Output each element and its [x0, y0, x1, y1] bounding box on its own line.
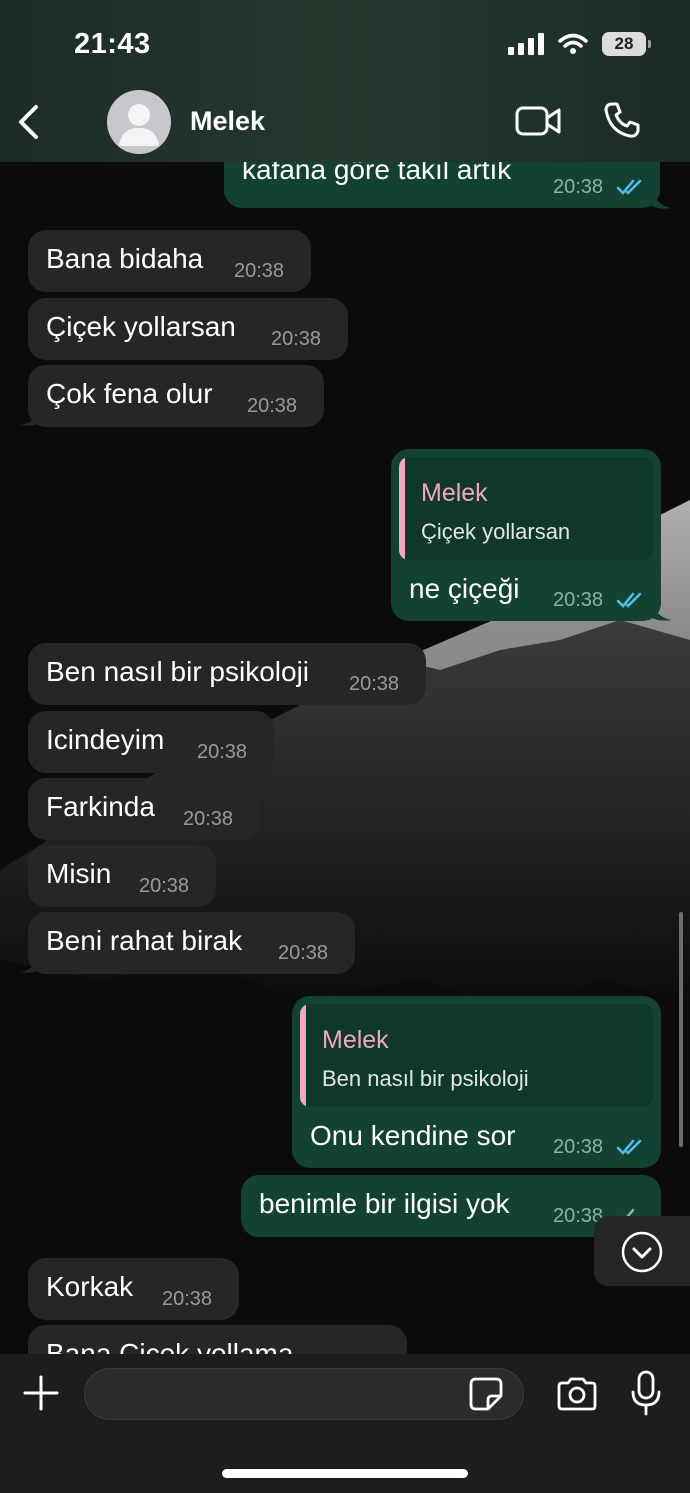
message-text: Ben nasıl bir psikoloji — [46, 656, 310, 687]
message-time: 20:38 — [247, 395, 298, 417]
status-icons: 28 — [508, 32, 651, 56]
chevron-down-circle-icon — [621, 1231, 663, 1273]
message-list[interactable]: kafana göre takıl artık 20:38 Bana bidah… — [0, 162, 690, 1354]
message-text: benimle bir ilgisi yok — [259, 1188, 510, 1219]
quote-accent-bar — [300, 1004, 306, 1107]
message-text: Icindeyim — [46, 724, 165, 755]
message-outgoing-reply[interactable]: Melek Çiçek yollarsan ne çiçeği 20:38 — [391, 449, 661, 621]
message-time: 20:38 — [162, 1288, 213, 1310]
double-check-icon — [616, 179, 642, 195]
plus-icon[interactable] — [22, 1374, 60, 1412]
contact-name[interactable]: Melek — [190, 106, 265, 137]
message-text: Bana Çiçek yollama — [46, 1338, 294, 1354]
scroll-to-bottom-button[interactable] — [594, 1216, 690, 1286]
quote-author: Melek — [421, 479, 488, 507]
quote-author: Melek — [322, 1026, 389, 1054]
quote-text: Çiçek yollarsan — [421, 519, 571, 544]
message-time: 20:38 — [553, 589, 604, 611]
phone-icon[interactable] — [602, 100, 642, 140]
chevron-left-icon[interactable] — [14, 104, 44, 140]
message-input[interactable] — [84, 1368, 524, 1420]
message-incoming[interactable]: Farkinda 20:38 — [28, 778, 260, 840]
message-text: Korkak — [46, 1271, 134, 1302]
message-incoming[interactable]: Icindeyim 20:38 — [28, 711, 274, 773]
bubble-tail — [652, 604, 672, 621]
battery-indicator: 28 — [602, 32, 651, 56]
message-text: Çok fena olur — [46, 378, 213, 409]
message-incoming[interactable]: Çok fena olur 20:38 — [28, 365, 324, 427]
message-outgoing-reply[interactable]: Melek Ben nasıl bir psikoloji Onu kendin… — [292, 996, 661, 1168]
message-time: 20:38 — [271, 328, 322, 350]
chat-header: 21:43 28 Melek — [0, 0, 690, 162]
message-incoming[interactable]: Korkak 20:38 — [28, 1258, 239, 1320]
video-camera-icon[interactable] — [514, 104, 562, 138]
quoted-message[interactable]: Melek Ben nasıl bir psikoloji — [300, 1004, 653, 1107]
message-text: Çiçek yollarsan — [46, 311, 236, 342]
message-time: 20:38 — [183, 808, 234, 830]
message-incoming[interactable]: Ben nasıl bir psikoloji 20:38 — [28, 643, 426, 705]
message-text: Onu kendine sor — [310, 1120, 516, 1151]
composer-bar — [0, 1354, 690, 1493]
message-time: 20:38 — [349, 673, 400, 695]
scrollbar[interactable] — [679, 912, 683, 1147]
double-check-icon — [616, 1139, 642, 1155]
battery-level: 28 — [614, 34, 634, 53]
signal-icon — [508, 33, 544, 55]
bubble-tail — [652, 192, 672, 209]
message-text: kafana göre takıl artık — [242, 162, 512, 185]
message-time: 20:38 — [234, 260, 285, 282]
message-incoming[interactable]: Beni rahat birak 20:38 — [28, 912, 355, 974]
avatar[interactable] — [107, 90, 171, 154]
quote-accent-bar — [399, 457, 405, 560]
message-outgoing[interactable]: kafana göre takıl artık 20:38 — [224, 162, 660, 208]
message-incoming[interactable]: Bana bidaha 20:38 — [28, 230, 311, 292]
message-time: 20:38 — [197, 741, 248, 763]
bubble-tail — [20, 409, 40, 426]
quote-text: Ben nasıl bir psikoloji — [322, 1066, 529, 1091]
status-time: 21:43 — [74, 28, 151, 60]
double-check-icon — [616, 592, 642, 608]
bubble-tail — [20, 956, 40, 973]
message-text: Farkinda — [46, 791, 155, 822]
message-time: 20:38 — [553, 1136, 604, 1158]
sticker-icon[interactable] — [468, 1376, 504, 1412]
message-text: Beni rahat birak — [46, 925, 243, 956]
message-text: Misin — [46, 858, 112, 889]
message-text: ne çiçeği — [409, 573, 520, 604]
home-indicator — [222, 1469, 468, 1478]
microphone-icon[interactable] — [630, 1370, 662, 1416]
message-incoming[interactable]: Çiçek yollarsan 20:38 — [28, 298, 348, 360]
message-time: 20:38 — [278, 942, 329, 964]
person-icon — [119, 104, 159, 146]
message-incoming[interactable]: Bana Çiçek yollama — [28, 1325, 407, 1354]
wifi-icon — [558, 33, 588, 54]
message-text: Bana bidaha — [46, 243, 204, 274]
whatsapp-chat-screen: 21:43 28 Melek kafana göre takıl artık 2… — [0, 0, 690, 1493]
quoted-message[interactable]: Melek Çiçek yollarsan — [399, 457, 653, 560]
message-incoming[interactable]: Misin 20:38 — [28, 845, 216, 907]
message-time: 20:38 — [139, 875, 190, 897]
battery-tip — [648, 40, 651, 48]
camera-icon[interactable] — [556, 1376, 598, 1412]
message-time: 20:38 — [553, 176, 604, 198]
